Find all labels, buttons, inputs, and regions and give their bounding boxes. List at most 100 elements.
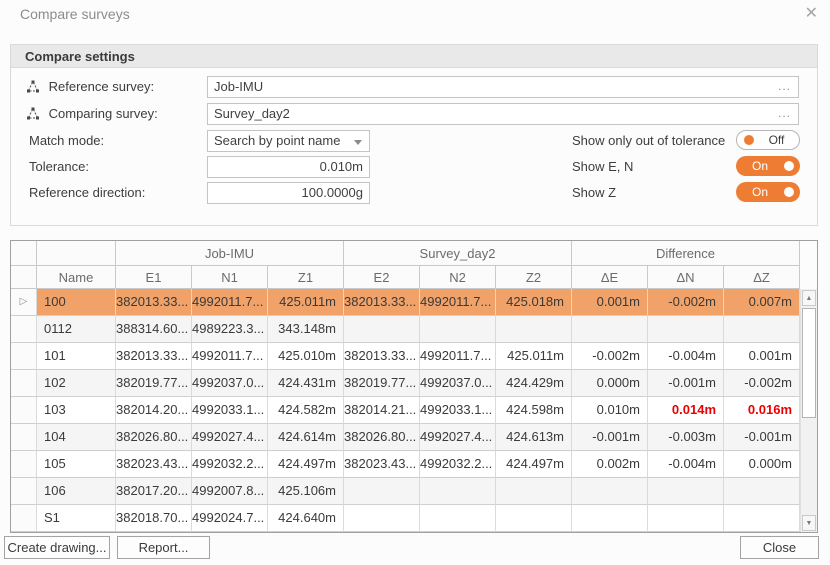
show-z-toggle[interactable]: On xyxy=(736,182,800,202)
value-cell[interactable]: 4992011.7... xyxy=(420,289,496,316)
row-marker[interactable] xyxy=(11,370,37,397)
value-cell[interactable]: 424.497m xyxy=(496,451,572,478)
value-cell[interactable]: 382014.20... xyxy=(116,397,192,424)
point-name-cell[interactable]: 106 xyxy=(37,478,116,505)
point-name-cell[interactable]: 102 xyxy=(37,370,116,397)
value-cell[interactable]: -0.003m xyxy=(648,424,724,451)
value-cell[interactable] xyxy=(420,478,496,505)
comparing-survey-browse-button[interactable]: ... xyxy=(778,104,791,123)
report-button[interactable]: Report... xyxy=(117,536,210,559)
value-cell[interactable]: 424.614m xyxy=(268,424,344,451)
value-cell[interactable] xyxy=(496,316,572,343)
value-cell[interactable] xyxy=(344,478,420,505)
value-cell[interactable]: 4992037.0... xyxy=(420,370,496,397)
value-cell[interactable]: 0.000m xyxy=(724,451,800,478)
value-cell[interactable]: 424.582m xyxy=(268,397,344,424)
row-marker[interactable] xyxy=(11,424,37,451)
point-name-cell[interactable]: 104 xyxy=(37,424,116,451)
point-name-cell[interactable]: 100 xyxy=(37,289,116,316)
value-cell[interactable]: 388314.60... xyxy=(116,316,192,343)
value-cell[interactable] xyxy=(724,316,800,343)
value-cell[interactable] xyxy=(724,478,800,505)
value-cell[interactable]: -0.004m xyxy=(648,451,724,478)
comparing-survey-field[interactable]: Survey_day2 ... xyxy=(207,103,799,125)
row-marker[interactable] xyxy=(11,343,37,370)
value-cell[interactable]: 0.010m xyxy=(572,397,648,424)
column-header[interactable]: N2 xyxy=(420,266,496,289)
scrollbar-thumb[interactable] xyxy=(802,308,816,418)
value-cell[interactable]: 382013.33... xyxy=(116,289,192,316)
value-cell[interactable]: 0.014m xyxy=(648,397,724,424)
value-cell[interactable]: 0.002m xyxy=(572,451,648,478)
value-cell[interactable]: 382013.33... xyxy=(344,343,420,370)
column-header[interactable]: ΔE xyxy=(572,266,648,289)
create-drawing-button[interactable]: Create drawing... xyxy=(4,536,110,559)
row-marker[interactable] xyxy=(11,316,37,343)
value-cell[interactable]: 4992027.4... xyxy=(420,424,496,451)
row-marker[interactable] xyxy=(11,505,37,532)
value-cell[interactable]: 424.429m xyxy=(496,370,572,397)
value-cell[interactable]: 425.010m xyxy=(268,343,344,370)
row-marker[interactable] xyxy=(11,478,37,505)
column-header[interactable]: Z1 xyxy=(268,266,344,289)
reference-direction-field[interactable]: 100.0000g xyxy=(207,182,370,204)
column-header[interactable]: E1 xyxy=(116,266,192,289)
value-cell[interactable]: 382019.77... xyxy=(116,370,192,397)
value-cell[interactable] xyxy=(572,478,648,505)
value-cell[interactable]: 425.011m xyxy=(496,343,572,370)
value-cell[interactable]: 0.007m xyxy=(724,289,800,316)
value-cell[interactable]: -0.002m xyxy=(724,370,800,397)
value-cell[interactable]: 382018.70... xyxy=(116,505,192,532)
column-header[interactable]: Name xyxy=(37,266,116,289)
value-cell[interactable] xyxy=(648,478,724,505)
value-cell[interactable]: 382019.77... xyxy=(344,370,420,397)
value-cell[interactable]: 4992027.4... xyxy=(192,424,268,451)
value-cell[interactable]: 4992011.7... xyxy=(192,289,268,316)
value-cell[interactable] xyxy=(648,316,724,343)
value-cell[interactable]: 4992033.1... xyxy=(420,397,496,424)
row-marker[interactable] xyxy=(11,397,37,424)
match-mode-dropdown[interactable]: Search by point name xyxy=(207,130,370,152)
value-cell[interactable]: 425.106m xyxy=(268,478,344,505)
value-cell[interactable] xyxy=(496,478,572,505)
value-cell[interactable]: 4992037.0... xyxy=(192,370,268,397)
value-cell[interactable]: -0.002m xyxy=(648,289,724,316)
column-header[interactable]: ΔN xyxy=(648,266,724,289)
value-cell[interactable]: -0.001m xyxy=(648,370,724,397)
point-name-cell[interactable]: 103 xyxy=(37,397,116,424)
value-cell[interactable] xyxy=(724,505,800,532)
value-cell[interactable]: 4992011.7... xyxy=(192,343,268,370)
value-cell[interactable] xyxy=(572,505,648,532)
value-cell[interactable]: 4992032.2... xyxy=(192,451,268,478)
value-cell[interactable] xyxy=(496,505,572,532)
value-cell[interactable] xyxy=(420,316,496,343)
value-cell[interactable] xyxy=(420,505,496,532)
column-header[interactable]: N1 xyxy=(192,266,268,289)
value-cell[interactable]: 4992011.7... xyxy=(420,343,496,370)
value-cell[interactable]: 425.018m xyxy=(496,289,572,316)
value-cell[interactable]: 424.497m xyxy=(268,451,344,478)
value-cell[interactable]: 0.001m xyxy=(724,343,800,370)
scroll-down-icon[interactable]: ▼ xyxy=(802,515,816,531)
point-name-cell[interactable]: S1 xyxy=(37,505,116,532)
value-cell[interactable]: 382026.80... xyxy=(344,424,420,451)
reference-survey-browse-button[interactable]: ... xyxy=(778,77,791,96)
value-cell[interactable]: 382023.43... xyxy=(344,451,420,478)
value-cell[interactable]: 382023.43... xyxy=(116,451,192,478)
value-cell[interactable]: 0.016m xyxy=(724,397,800,424)
value-cell[interactable] xyxy=(572,316,648,343)
value-cell[interactable]: 424.431m xyxy=(268,370,344,397)
value-cell[interactable]: 4992024.7... xyxy=(192,505,268,532)
close-button[interactable]: Close xyxy=(740,536,819,559)
value-cell[interactable]: 382013.33... xyxy=(116,343,192,370)
value-cell[interactable]: -0.001m xyxy=(724,424,800,451)
value-cell[interactable]: 4989223.3... xyxy=(192,316,268,343)
point-name-cell[interactable]: 105 xyxy=(37,451,116,478)
column-header[interactable]: ΔZ xyxy=(724,266,800,289)
value-cell[interactable]: 343.148m xyxy=(268,316,344,343)
value-cell[interactable]: -0.004m xyxy=(648,343,724,370)
scroll-up-icon[interactable]: ▲ xyxy=(802,290,816,306)
table-scrollbar[interactable]: ▲ ▼ xyxy=(800,241,817,532)
show-only-out-of-tolerance-toggle[interactable]: Off xyxy=(736,130,800,150)
value-cell[interactable]: 424.613m xyxy=(496,424,572,451)
